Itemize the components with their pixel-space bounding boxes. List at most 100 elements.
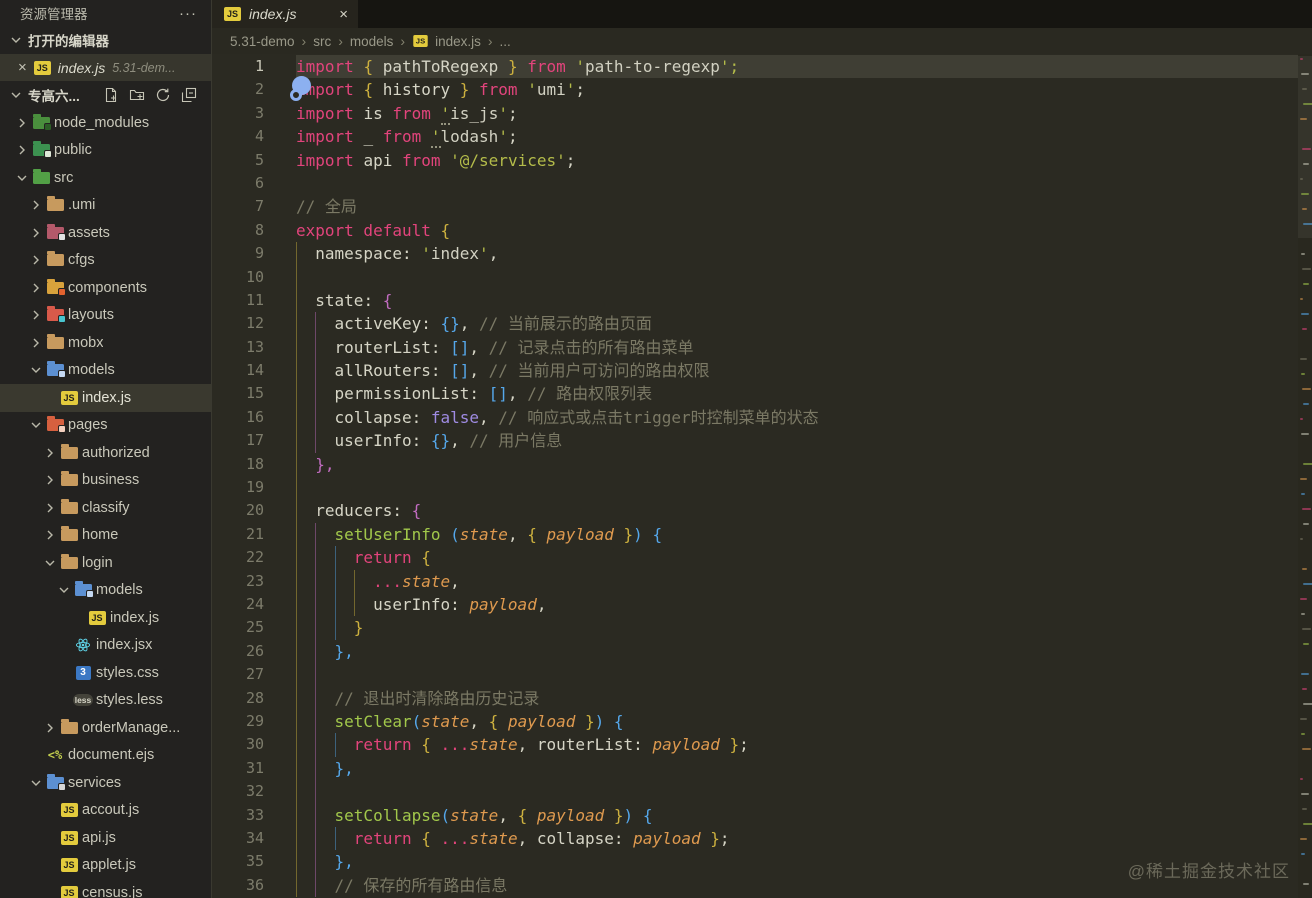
tree-folder-assets[interactable]: assets <box>0 219 211 247</box>
code-line-9[interactable]: 9 namespace: 'index', <box>212 242 1298 266</box>
line-number[interactable]: 13 <box>212 336 264 359</box>
tree-folder-cfgs[interactable]: cfgs <box>0 247 211 275</box>
tree-folder-ordermanage-[interactable]: orderManage... <box>0 714 211 742</box>
tree-folder-layouts[interactable]: layouts <box>0 302 211 330</box>
code-line-28[interactable]: 28 // 退出时清除路由历史记录 <box>212 686 1298 710</box>
breadcrumb-item-index-js[interactable]: JS index.js <box>412 34 481 49</box>
open-editors-section-header[interactable]: 打开的编辑器 <box>0 26 211 54</box>
tree-file-index-js[interactable]: JS index.js <box>0 604 211 632</box>
line-number[interactable]: 9 <box>212 242 264 265</box>
refresh-icon[interactable] <box>155 87 171 103</box>
tree-folder-pages[interactable]: pages <box>0 412 211 440</box>
line-number[interactable]: 12 <box>212 312 264 335</box>
line-number[interactable]: 16 <box>212 406 264 429</box>
line-number[interactable]: 29 <box>212 710 264 733</box>
code-editor[interactable]: 1 import { pathToRegexp } from 'path-to-r… <box>212 54 1312 898</box>
tree-folder-classify[interactable]: classify <box>0 494 211 522</box>
line-number[interactable]: 34 <box>212 827 264 850</box>
code-line-26[interactable]: 26 }, <box>212 639 1298 664</box>
project-section-header[interactable]: 专高六... <box>0 81 211 109</box>
line-number[interactable]: 23 <box>212 570 264 593</box>
tree-file-styles-less[interactable]: less styles.less <box>0 687 211 715</box>
tree-folder-mobx[interactable]: mobx <box>0 329 211 357</box>
tree-folder--umi[interactable]: .umi <box>0 192 211 220</box>
code-line-36[interactable]: 36 // 保存的所有路由信息 <box>212 873 1298 898</box>
code-line-27[interactable]: 27 <box>212 663 1298 687</box>
line-number[interactable]: 20 <box>212 499 264 522</box>
code-line-14[interactable]: 14 allRouters: [], // 当前用户可访问的路由权限 <box>212 359 1298 383</box>
line-number[interactable]: 36 <box>212 874 264 897</box>
code-line-30[interactable]: 30 return { ...state, routerList: payloa… <box>212 733 1298 757</box>
code-line-13[interactable]: 13 routerList: [], // 记录点击的所有路由菜单 <box>212 335 1298 360</box>
tree-folder-home[interactable]: home <box>0 522 211 550</box>
line-number[interactable]: 11 <box>212 289 264 312</box>
tree-folder-node-modules[interactable]: node_modules <box>0 109 211 137</box>
tree-folder-components[interactable]: components <box>0 274 211 302</box>
more-actions-icon[interactable]: ··· <box>179 5 197 22</box>
line-number[interactable]: 27 <box>212 663 264 686</box>
code-line-32[interactable]: 32 <box>212 780 1298 804</box>
line-number[interactable]: 8 <box>212 219 264 242</box>
tree-file-index-js[interactable]: JS index.js <box>0 384 211 412</box>
tree-file-accout-js[interactable]: JS accout.js <box>0 797 211 825</box>
code-line-31[interactable]: 31 }, <box>212 756 1298 781</box>
line-number[interactable]: 1 <box>212 55 264 78</box>
tree-folder-src[interactable]: src <box>0 164 211 192</box>
code-line-6[interactable]: 6 <box>212 172 1298 195</box>
code-line-5[interactable]: 5 import api from '@/services'; <box>212 149 1298 172</box>
line-number[interactable]: 15 <box>212 382 264 405</box>
code-line-12[interactable]: 12 activeKey: {}, // 当前展示的路由页面 <box>212 312 1298 336</box>
line-number[interactable]: 33 <box>212 804 264 827</box>
minimap[interactable] <box>1298 54 1312 898</box>
line-number[interactable]: 26 <box>212 640 264 663</box>
new-folder-icon[interactable] <box>129 87 145 103</box>
code-line-35[interactable]: 35 }, <box>212 850 1298 874</box>
breadcrumb-item-5-31-demo[interactable]: 5.31-demo <box>230 34 295 49</box>
breadcrumb-item-models[interactable]: models <box>350 34 394 49</box>
code-line-21[interactable]: 21 setUserInfo (state, { payload }) { <box>212 522 1298 547</box>
tree-folder-login[interactable]: login <box>0 549 211 577</box>
tree-folder-services[interactable]: services <box>0 769 211 797</box>
close-editor-icon[interactable]: × <box>18 60 27 75</box>
breadcrumb-item-src[interactable]: src <box>313 34 331 49</box>
code-line-19[interactable]: 19 <box>212 476 1298 500</box>
tree-file-index-jsx[interactable]: index.jsx <box>0 632 211 660</box>
code-line-3[interactable]: 3 import is from 'is_js'; <box>212 102 1298 125</box>
line-number[interactable]: 25 <box>212 616 264 639</box>
line-number[interactable]: 28 <box>212 687 264 710</box>
code-line-24[interactable]: 24 userInfo: payload, <box>212 592 1298 617</box>
code-line-16[interactable]: 16 collapse: false, // 响应式或点击trigger时控制菜… <box>212 405 1298 430</box>
line-number[interactable]: 32 <box>212 780 264 803</box>
code-line-20[interactable]: 20 reducers: { <box>212 499 1298 523</box>
code-line-25[interactable]: 25 } <box>212 616 1298 640</box>
code-line-11[interactable]: 11 state: { <box>212 288 1298 313</box>
code-area[interactable]: 1 import { pathToRegexp } from 'path-to-r… <box>212 54 1298 898</box>
code-line-2[interactable]: 2 import { history } from 'umi'; <box>212 78 1298 101</box>
line-number[interactable]: 19 <box>212 476 264 499</box>
tree-folder-authorized[interactable]: authorized <box>0 439 211 467</box>
tab-close-icon[interactable]: × <box>339 6 348 23</box>
tree-folder-public[interactable]: public <box>0 137 211 165</box>
code-line-1[interactable]: 1 import { pathToRegexp } from 'path-to-r… <box>212 55 1298 79</box>
line-number[interactable]: 22 <box>212 546 264 569</box>
line-number[interactable]: 6 <box>212 172 264 195</box>
line-number[interactable]: 30 <box>212 733 264 756</box>
tree-file-document-ejs[interactable]: <% document.ejs <box>0 742 211 770</box>
minimap-view-region[interactable] <box>1298 56 1312 238</box>
code-line-17[interactable]: 17 userInfo: {}, // 用户信息 <box>212 429 1298 453</box>
tree-folder-models[interactable]: models <box>0 577 211 605</box>
line-number[interactable]: 4 <box>212 125 264 148</box>
tab-index-js[interactable]: JS index.js × <box>212 0 358 28</box>
line-number[interactable]: 21 <box>212 523 264 546</box>
line-number[interactable]: 5 <box>212 149 264 172</box>
open-editor-item[interactable]: × JS index.js 5.31-dem... <box>0 54 211 81</box>
tree-file-census-js[interactable]: JS census.js <box>0 879 211 898</box>
tree-file-styles-css[interactable]: 3 styles.css <box>0 659 211 687</box>
code-line-34[interactable]: 34 return { ...state, collapse: payload … <box>212 826 1298 851</box>
code-line-10[interactable]: 10 <box>212 265 1298 289</box>
tree-folder-business[interactable]: business <box>0 467 211 495</box>
line-number[interactable]: 18 <box>212 453 264 476</box>
line-number[interactable]: 7 <box>212 195 264 218</box>
line-number[interactable]: 14 <box>212 359 264 382</box>
breadcrumb-item--[interactable]: ... <box>500 34 511 49</box>
